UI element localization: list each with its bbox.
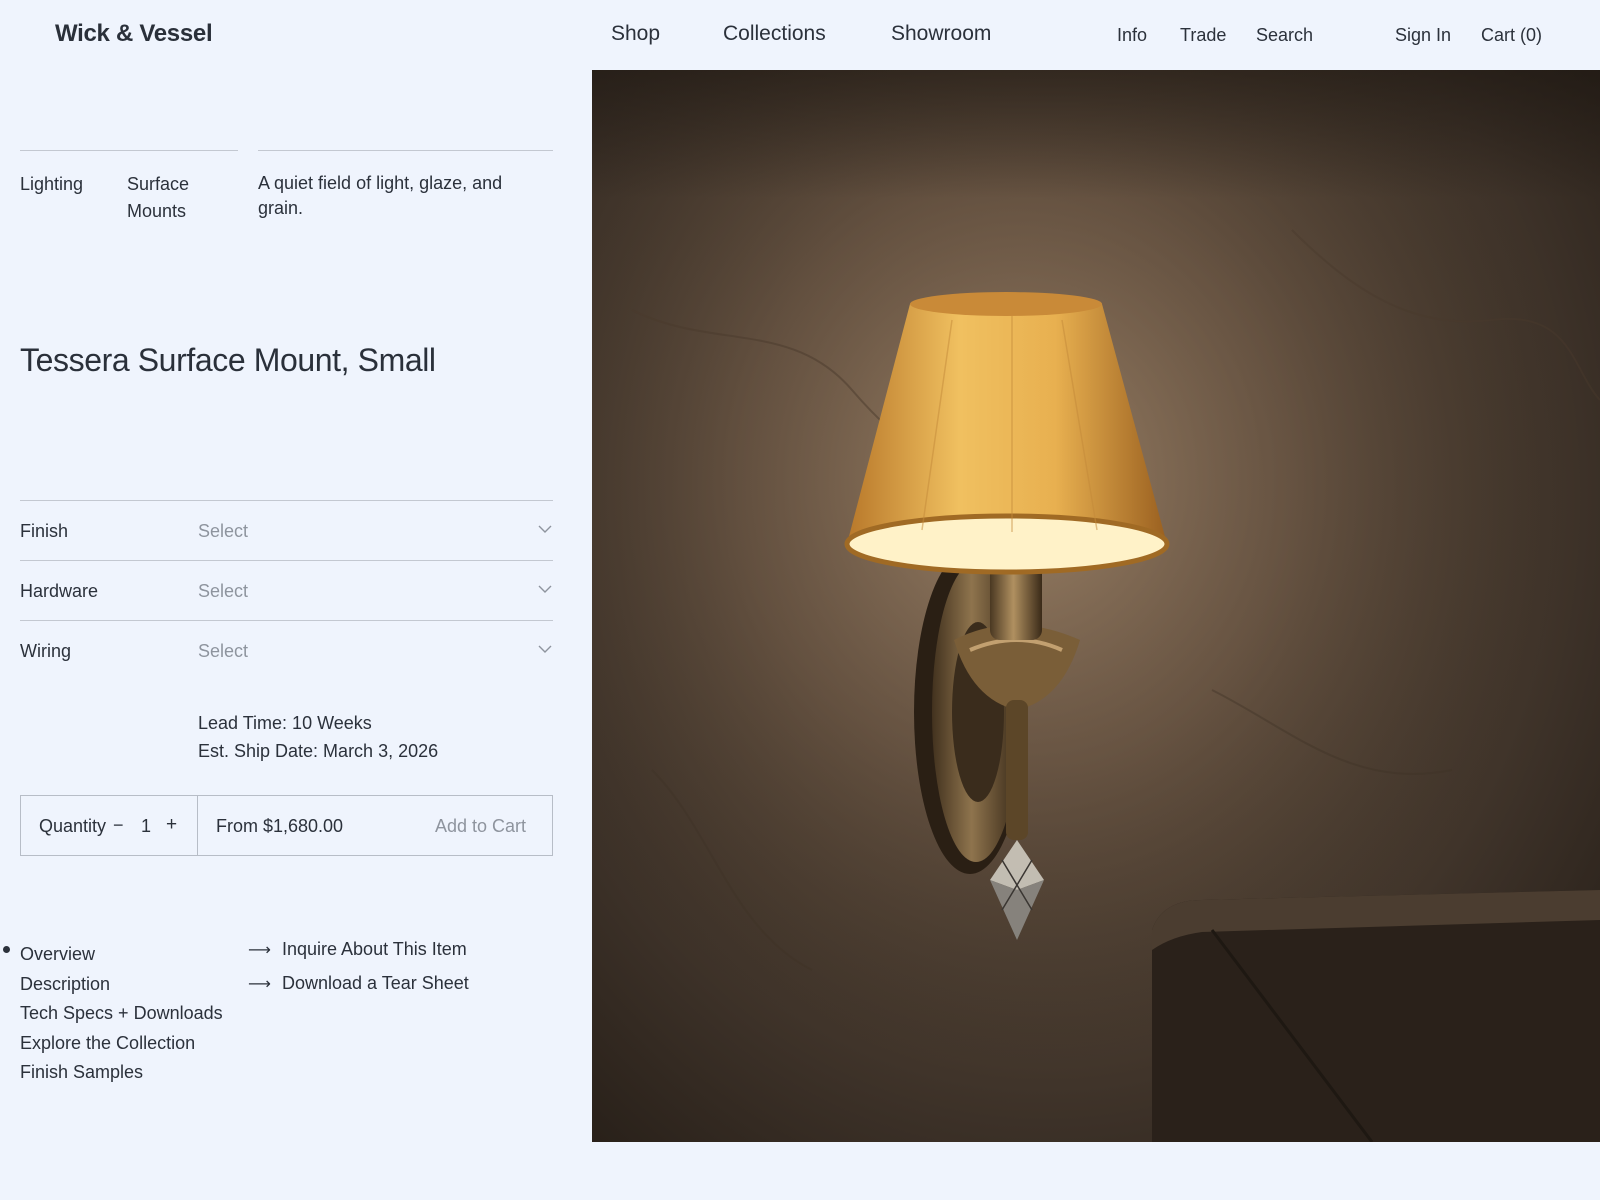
product-price: From $1,680.00	[216, 816, 344, 836]
nav-cart[interactable]: Cart (0)	[1481, 25, 1542, 46]
lead-time: Lead Time: 10 Weeks	[198, 713, 372, 733]
product-title: Tessera Surface Mount, Small	[20, 342, 436, 378]
inquire-link-label: Inquire About This Item	[282, 939, 467, 959]
quantity-label: Quantity	[39, 816, 107, 836]
tagline-rule	[258, 150, 553, 151]
section-nav-finish-samples[interactable]: Finish Samples	[20, 1058, 223, 1088]
wiring-select[interactable]: Wiring Select	[20, 620, 553, 680]
quantity-value[interactable]: 1	[141, 816, 151, 837]
nav-sign-in[interactable]: Sign In	[1395, 25, 1451, 46]
add-to-cart-button[interactable]: Add to Cart	[435, 816, 526, 837]
finish-label: Finish	[20, 521, 69, 541]
site-logo[interactable]: Wick & Vessel	[55, 20, 213, 48]
section-nav-tech-specs[interactable]: Tech Specs + Downloads	[20, 999, 223, 1029]
section-nav: Overview Description Tech Specs + Downlo…	[20, 940, 223, 1088]
section-nav-overview[interactable]: Overview	[20, 940, 223, 970]
chevron-down-icon	[538, 645, 552, 653]
hardware-select[interactable]: Hardware Select	[20, 560, 553, 620]
est-ship-date: Est. Ship Date: March 3, 2026	[198, 741, 439, 761]
chevron-down-icon	[538, 585, 552, 593]
breadcrumb-lighting[interactable]: Lighting	[20, 171, 83, 198]
quantity-decrease-button[interactable]: −	[113, 815, 124, 836]
arrow-right-icon: ⟶	[248, 976, 271, 993]
finish-select[interactable]: Finish Select	[20, 500, 553, 560]
product-tagline: A quiet field of light, glaze, and grain…	[258, 171, 502, 221]
chevron-down-icon	[538, 525, 552, 533]
wiring-value: Select	[198, 641, 249, 661]
product-hero-image	[592, 70, 1600, 1142]
nav-showroom[interactable]: Showroom	[891, 22, 991, 46]
section-nav-description[interactable]: Description	[20, 970, 223, 1000]
wall-sconce-illustration	[592, 70, 1600, 1142]
hardware-label: Hardware	[20, 581, 99, 601]
add-to-cart-bar: Quantity − 1 + From $1,680.00 Add to Car…	[20, 795, 553, 856]
hardware-value: Select	[198, 581, 249, 601]
breadcrumb-rule	[20, 150, 238, 151]
nav-shop[interactable]: Shop	[611, 22, 660, 46]
breadcrumb-surface-mounts-line2: Mounts	[127, 201, 187, 221]
nav-info[interactable]: Info	[1117, 25, 1147, 46]
section-nav-explore-collection[interactable]: Explore the Collection	[20, 1029, 223, 1059]
nav-collections[interactable]: Collections	[723, 22, 826, 46]
inquire-link[interactable]: ⟶ Inquire About This Item	[248, 939, 467, 960]
tear-sheet-link[interactable]: ⟶ Download a Tear Sheet	[248, 973, 469, 994]
tagline-line2: grain.	[258, 198, 304, 218]
finish-value: Select	[198, 521, 249, 541]
breadcrumb-surface-mounts-line1: Surface	[127, 174, 190, 194]
active-section-indicator	[3, 946, 10, 953]
tagline-line1: A quiet field of light, glaze, and	[258, 173, 503, 193]
quantity-increase-button[interactable]: +	[166, 814, 177, 836]
nav-trade[interactable]: Trade	[1180, 25, 1226, 46]
wiring-label: Wiring	[20, 641, 72, 661]
tear-sheet-link-label: Download a Tear Sheet	[282, 973, 469, 993]
nav-search[interactable]: Search	[1256, 25, 1313, 46]
quantity-stepper: Quantity − 1 +	[21, 796, 198, 855]
arrow-right-icon: ⟶	[248, 942, 271, 959]
breadcrumb-surface-mounts[interactable]: Surface Mounts	[127, 171, 189, 225]
